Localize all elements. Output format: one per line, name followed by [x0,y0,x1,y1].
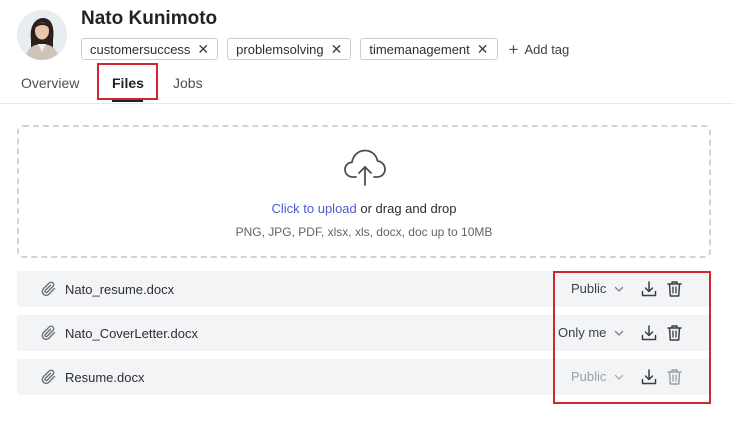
download-icon[interactable] [640,324,658,342]
tag-list: customersuccess ✕ problemsolving ✕ timem… [81,38,569,60]
file-row: Nato_CoverLetter.docx Only me [17,315,711,351]
trash-icon [667,369,682,385]
avatar [17,10,67,60]
drag-drop-text: or drag and drop [356,201,457,216]
file-dropzone[interactable]: Click to upload or drag and drop PNG, JP… [17,125,711,258]
tag-chip: problemsolving ✕ [227,38,352,60]
chevron-down-icon [615,374,624,380]
download-icon[interactable] [640,368,658,386]
candidate-name: Nato Kunimoto [81,8,218,29]
candidate-profile-page: Nato Kunimoto customersuccess ✕ problems… [0,0,734,443]
visibility-value: Public [571,369,607,384]
paperclip-icon [41,369,56,385]
visibility-value: Only me [558,325,607,340]
add-tag-label: Add tag [524,41,570,57]
highlight-box [97,63,158,100]
visibility-select[interactable]: Public [571,281,624,296]
add-tag-button[interactable]: + Add tag [509,41,570,58]
paperclip-icon [41,281,56,297]
chevron-down-icon [615,286,624,292]
click-to-upload-link[interactable]: Click to upload [271,201,356,216]
tag-label: timemanagement [369,41,470,57]
active-tab-indicator [112,100,143,102]
upload-hint: PNG, JPG, PDF, xlsx, xls, docx, doc up t… [235,225,493,239]
remove-tag-icon[interactable]: ✕ [477,42,489,56]
file-row: Resume.docx Public [17,359,711,395]
file-name[interactable]: Nato_resume.docx [65,282,174,297]
upload-instruction: Click to upload or drag and drop [19,201,709,216]
visibility-select: Public [571,369,624,384]
download-icon[interactable] [640,280,658,298]
tag-chip: customersuccess ✕ [81,38,219,60]
trash-icon[interactable] [666,280,683,298]
trash-icon[interactable] [666,324,683,342]
tag-chip: timemanagement ✕ [360,38,498,60]
visibility-value: Public [571,281,607,296]
file-name[interactable]: Nato_CoverLetter.docx [65,326,198,341]
tag-label: customersuccess [90,41,191,57]
visibility-select[interactable]: Only me [558,325,624,340]
remove-tag-icon[interactable]: ✕ [331,42,343,56]
remove-tag-icon[interactable]: ✕ [197,42,209,56]
tab-bar: Overview Files Jobs [0,62,734,104]
paperclip-icon [41,325,56,341]
cloud-upload-icon [344,149,386,186]
plus-icon: + [508,39,519,59]
tag-label: problemsolving [236,41,324,57]
chevron-down-icon [615,330,624,336]
avatar-photo [17,10,67,60]
file-row: Nato_resume.docx Public [17,271,711,307]
file-name[interactable]: Resume.docx [65,370,144,385]
tab-jobs[interactable]: Jobs [173,75,203,91]
tab-overview[interactable]: Overview [21,75,79,91]
